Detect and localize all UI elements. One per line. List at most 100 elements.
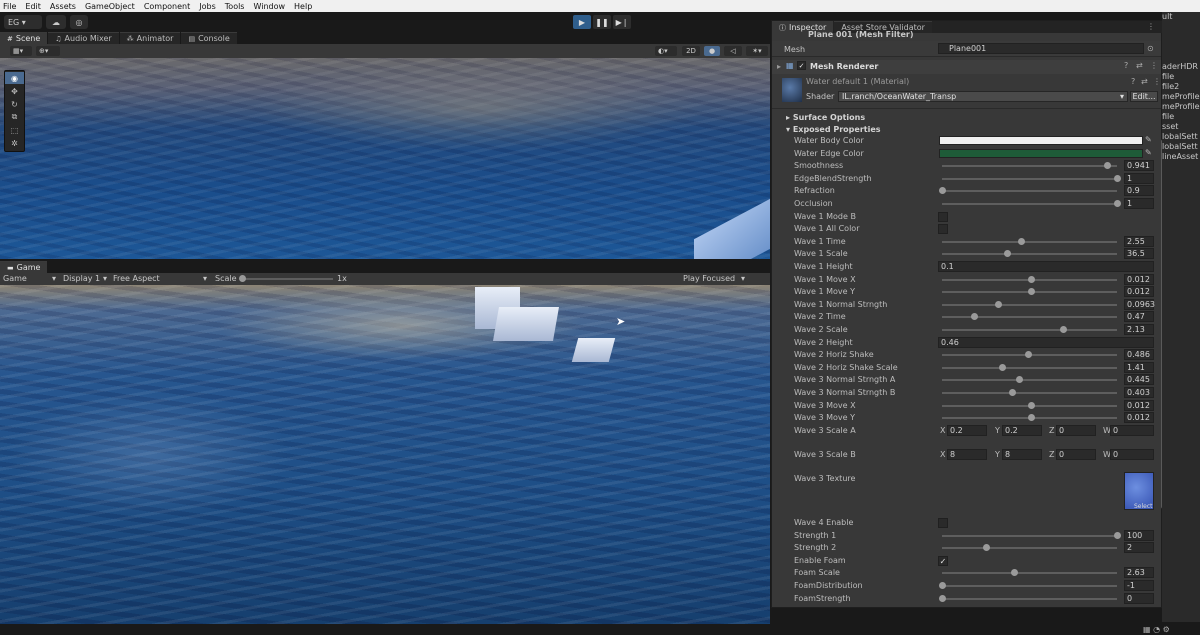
slider-knob[interactable] xyxy=(1114,175,1121,182)
kebab-menu-icon[interactable]: ⋮ xyxy=(1150,61,1158,70)
tab-game[interactable]: ▬ Game xyxy=(0,261,48,273)
slider-value-field[interactable]: 0.012 xyxy=(1124,412,1154,423)
slider-track[interactable] xyxy=(942,392,1117,394)
checkbox[interactable] xyxy=(938,518,948,528)
project-item[interactable] xyxy=(1162,52,1200,62)
project-item[interactable]: lobalSett xyxy=(1162,142,1200,152)
tab-scene[interactable]: # Scene xyxy=(0,32,48,44)
rect-tool-icon[interactable]: ⬚ xyxy=(5,124,24,136)
menu-item[interactable]: Help xyxy=(294,2,312,11)
slider-track[interactable] xyxy=(942,572,1117,574)
pause-button[interactable]: ❚❚ xyxy=(593,15,611,29)
tab-animator[interactable]: ⁂ Animator xyxy=(119,32,181,44)
vector-x-field[interactable]: 8 xyxy=(947,449,987,460)
slider-track[interactable] xyxy=(942,304,1117,306)
slider-knob[interactable] xyxy=(1114,200,1121,207)
shading-dropdown[interactable]: ◐▾ xyxy=(655,46,677,56)
slider-track[interactable] xyxy=(942,367,1117,369)
slider-track[interactable] xyxy=(942,165,1117,167)
gizmo-mode-dropdown[interactable]: ⊕▾ xyxy=(36,46,60,56)
toggle-2d-button[interactable]: 2D xyxy=(682,46,700,56)
slider-knob[interactable] xyxy=(1017,238,1025,245)
lighting-toggle[interactable]: ● xyxy=(704,46,720,56)
slider-track[interactable] xyxy=(942,316,1117,318)
kebab-menu-icon[interactable]: ⋮ xyxy=(1147,22,1155,31)
slider-track[interactable] xyxy=(942,585,1117,587)
slider-value-field[interactable]: 2 xyxy=(1124,542,1154,553)
vector-w-field[interactable]: 0 xyxy=(1110,449,1154,460)
scale-slider-knob[interactable] xyxy=(239,275,246,282)
checkbox[interactable]: ✓ xyxy=(938,556,948,566)
project-item[interactable]: meProfile xyxy=(1162,92,1200,102)
eyedropper-icon[interactable]: ✎ xyxy=(1145,148,1152,157)
preset-icon[interactable]: ⇄ xyxy=(1136,61,1143,70)
slider-track[interactable] xyxy=(942,535,1117,537)
project-item[interactable]: file xyxy=(1162,72,1200,82)
project-item[interactable] xyxy=(1162,22,1200,32)
mesh-filter-header[interactable]: Plane 001 (Mesh Filter) xyxy=(808,30,913,39)
project-item[interactable] xyxy=(1162,32,1200,42)
object-picker-icon[interactable]: ⊙ xyxy=(1147,44,1154,53)
checkbox[interactable] xyxy=(938,212,948,222)
checkbox[interactable] xyxy=(938,224,948,234)
slider-knob[interactable] xyxy=(1009,389,1016,396)
project-item[interactable]: lobalSett xyxy=(1162,132,1200,142)
project-item[interactable]: ult xyxy=(1162,12,1200,22)
display-dropdown[interactable]: Display 1 xyxy=(63,274,100,283)
slider-value-field[interactable]: -1 xyxy=(1124,580,1154,591)
effects-dropdown[interactable]: ✶▾ xyxy=(746,46,768,56)
help-icon[interactable]: ? xyxy=(1124,61,1128,70)
slider-knob[interactable] xyxy=(939,187,946,194)
collab-button[interactable]: ◎ xyxy=(70,15,88,29)
menu-item[interactable]: Window xyxy=(253,2,285,11)
vector-z-field[interactable]: 0 xyxy=(1056,425,1096,436)
slider-knob[interactable] xyxy=(1103,162,1111,169)
slider-track[interactable] xyxy=(942,329,1117,331)
slider-track[interactable] xyxy=(942,203,1117,205)
transform-tool-icon[interactable]: ✲ xyxy=(5,137,24,149)
slider-track[interactable] xyxy=(942,253,1117,255)
slider-knob[interactable] xyxy=(1059,326,1067,333)
game-view[interactable]: ➤ xyxy=(0,285,770,624)
slider-knob[interactable] xyxy=(1016,376,1023,383)
edit-shader-button[interactable]: Edit... xyxy=(1130,91,1158,102)
slider-value-field[interactable]: 0.941 xyxy=(1124,160,1154,171)
audio-toggle[interactable]: ◁ xyxy=(724,46,742,56)
scale-slider-track[interactable] xyxy=(241,278,333,280)
slider-value-field[interactable]: 1 xyxy=(1124,198,1154,209)
play-mode-dropdown[interactable]: Play Focused xyxy=(683,274,735,283)
scale-tool-icon[interactable]: ⧉ xyxy=(5,111,24,123)
slider-value-field[interactable]: 0.012 xyxy=(1124,286,1154,297)
menu-item[interactable]: Jobs xyxy=(199,2,216,11)
shader-dropdown[interactable]: IL.ranch/OceanWater_Transp ▾ xyxy=(838,91,1128,102)
vector-x-field[interactable]: 0.2 xyxy=(947,425,987,436)
menu-item[interactable]: Edit xyxy=(25,2,41,11)
slider-value-field[interactable]: 0.012 xyxy=(1124,400,1154,411)
slider-knob[interactable] xyxy=(998,364,1006,371)
rotate-tool-icon[interactable]: ↻ xyxy=(5,98,24,110)
project-item[interactable]: file xyxy=(1162,112,1200,122)
account-dropdown[interactable]: EG ▾ xyxy=(4,15,42,29)
slider-value-field[interactable]: 36.5 xyxy=(1124,248,1154,259)
scene-view[interactable] xyxy=(0,58,770,259)
project-item[interactable] xyxy=(1162,42,1200,52)
project-item[interactable]: sset xyxy=(1162,122,1200,132)
slider-value-field[interactable]: 100 xyxy=(1124,530,1154,541)
menu-item[interactable]: GameObject xyxy=(85,2,135,11)
slider-knob[interactable] xyxy=(1114,532,1121,539)
menu-item[interactable]: Assets xyxy=(50,2,76,11)
slider-knob[interactable] xyxy=(1003,250,1011,257)
help-icon[interactable]: ? xyxy=(1131,77,1135,86)
slider-value-field[interactable]: 1.41 xyxy=(1124,362,1154,373)
slider-value-field[interactable]: 2.13 xyxy=(1124,324,1154,335)
vector-y-field[interactable]: 0.2 xyxy=(1002,425,1042,436)
slider-value-field[interactable]: 0.403 xyxy=(1124,387,1154,398)
slider-knob[interactable] xyxy=(1010,569,1018,576)
slider-value-field[interactable]: 2.55 xyxy=(1124,236,1154,247)
slider-knob[interactable] xyxy=(970,313,978,320)
float-field[interactable]: 0.46 xyxy=(938,337,1154,348)
move-tool-icon[interactable]: ✥ xyxy=(5,85,24,97)
slider-value-field[interactable]: 0.0963 xyxy=(1124,299,1155,310)
slider-knob[interactable] xyxy=(939,582,946,589)
foldout-arrow-icon[interactable]: ▸ xyxy=(777,62,781,71)
